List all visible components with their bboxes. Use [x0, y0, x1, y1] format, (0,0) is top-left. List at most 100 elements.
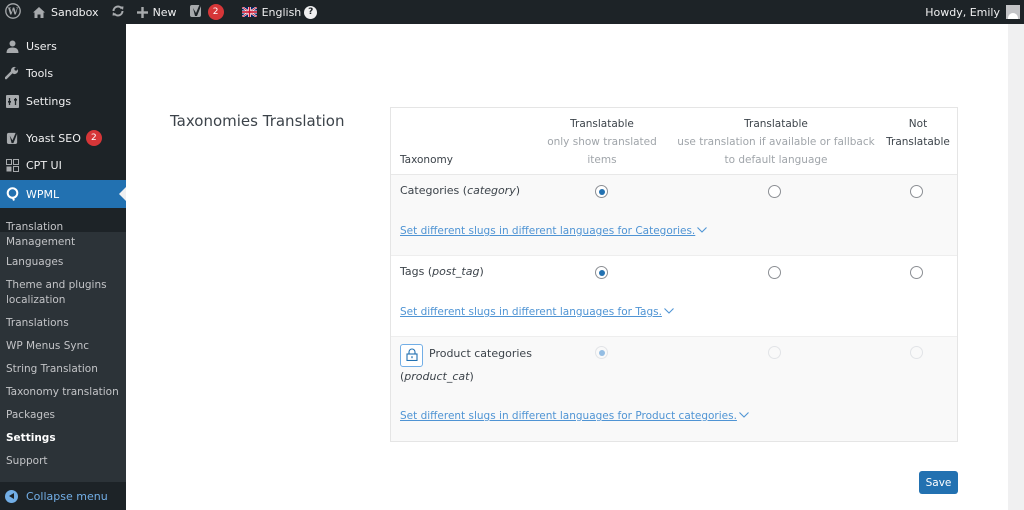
- collapse-menu-button[interactable]: Collapse menu: [0, 482, 126, 510]
- submenu-settings[interactable]: Settings: [6, 431, 121, 446]
- yoast-menu[interactable]: 2: [183, 0, 230, 24]
- settings-icon: [5, 94, 19, 108]
- language-switcher[interactable]: English ?: [236, 0, 324, 24]
- yoast-notification-badge: 2: [207, 4, 224, 20]
- table-row: Categories (category) Set different slug…: [391, 175, 957, 256]
- taxonomy-name: Categories: [400, 184, 460, 197]
- taxonomy-name: Product categories: [429, 347, 532, 360]
- radio-not-translatable[interactable]: [910, 185, 923, 198]
- taxonomy-label: Tags (post_tag): [400, 265, 484, 278]
- submenu-translations[interactable]: Translations: [6, 316, 121, 331]
- header-title: Translatable: [570, 118, 634, 130]
- sidebar-item-tools[interactable]: Tools: [0, 59, 126, 87]
- user-greeting: Howdy, Emily: [925, 5, 1000, 19]
- sidebar-item-settings[interactable]: Settings: [0, 87, 126, 115]
- help-icon[interactable]: ?: [304, 5, 318, 19]
- wrench-icon: [5, 66, 19, 80]
- collapse-menu-label: Collapse menu: [26, 489, 108, 503]
- taxonomy-slug: post_tag: [432, 265, 480, 278]
- sidebar-item-cpt-ui[interactable]: CPT UI: [0, 151, 126, 179]
- radio-not-translatable[interactable]: [910, 346, 923, 359]
- admin-bar: W Sandbox New 2 English ? Howdy, Emily: [0, 0, 1024, 24]
- plus-icon: [136, 6, 148, 18]
- submenu-translation-management[interactable]: Translation Management: [6, 220, 121, 250]
- yoast-icon: [5, 131, 19, 145]
- new-label: New: [152, 5, 177, 19]
- save-button[interactable]: Save: [919, 471, 958, 494]
- my-account-menu[interactable]: Howdy, Emily: [925, 0, 1024, 24]
- sidebar-item-users[interactable]: Users: [0, 32, 126, 60]
- sidebar-item-wpml[interactable]: WPML: [0, 180, 126, 208]
- radio-translatable-only[interactable]: [595, 185, 608, 198]
- wordpress-logo-menu[interactable]: W: [0, 0, 26, 24]
- chevron-down-icon: [697, 224, 708, 236]
- radio-translatable-only[interactable]: [595, 266, 608, 279]
- header-translatable-fallback: Translatable use translation if availabl…: [676, 115, 876, 169]
- radio-translatable-fallback[interactable]: [768, 266, 781, 279]
- submenu-support[interactable]: Support: [6, 454, 121, 469]
- submenu-theme-plugins-localization[interactable]: Theme and plugins localization: [6, 278, 121, 308]
- sidebar-item-label: CPT UI: [26, 158, 62, 172]
- sidebar-item-label: Settings: [26, 94, 72, 108]
- radio-translatable-fallback[interactable]: [768, 346, 781, 359]
- header-subtitle: use translation if available or fallback…: [677, 136, 875, 166]
- radio-translatable-only[interactable]: [595, 346, 608, 359]
- taxonomy-slug: category: [467, 184, 516, 197]
- table-row: Product categories (product_cat) Set dif…: [391, 337, 957, 441]
- header-title: Translatable: [744, 118, 808, 130]
- set-slugs-link[interactable]: Set different slugs in different languag…: [400, 224, 708, 237]
- collapse-arrow-icon: [5, 489, 18, 503]
- sidebar-item-label: Users: [26, 39, 57, 53]
- header-subtitle: only show translated items: [547, 136, 657, 166]
- submenu-string-translation[interactable]: String Translation: [6, 362, 121, 377]
- avatar: [1006, 5, 1020, 19]
- svg-text:W: W: [7, 6, 19, 17]
- users-icon: [5, 39, 19, 53]
- new-content-menu[interactable]: New: [131, 0, 183, 24]
- sidebar-item-label: WPML: [26, 187, 60, 201]
- taxonomy-slug-label: (product_cat): [400, 370, 474, 383]
- radio-translatable-fallback[interactable]: [768, 185, 781, 198]
- header-title: Not Translatable: [886, 118, 950, 148]
- updates-menu[interactable]: [105, 0, 131, 24]
- wordpress-logo-icon: W: [5, 2, 21, 22]
- language-label: English: [261, 5, 302, 19]
- header-taxonomy: Taxonomy: [400, 154, 453, 166]
- taxonomies-table: Taxonomy Translatable only show translat…: [390, 107, 958, 442]
- lock-icon: [405, 348, 418, 364]
- link-text: Set different slugs in different languag…: [400, 306, 662, 318]
- sidebar-item-yoast-seo[interactable]: Yoast SEO 2: [0, 124, 126, 152]
- yoast-sidebar-badge: 2: [85, 130, 102, 146]
- taxonomy-label: Categories (category): [400, 184, 521, 197]
- lock-button[interactable]: [400, 344, 423, 367]
- link-text: Set different slugs in different languag…: [400, 225, 696, 237]
- site-name-menu[interactable]: Sandbox: [26, 0, 105, 24]
- table-row: Tags (post_tag) Set different slugs in d…: [391, 256, 957, 337]
- table-header: Taxonomy Translatable only show translat…: [391, 108, 957, 175]
- chevron-down-icon: [664, 305, 674, 317]
- submenu-taxonomy-translation[interactable]: Taxonomy translation: [6, 385, 121, 400]
- active-menu-indicator: [119, 187, 126, 201]
- header-translatable-only: Translatable only show translated items: [531, 115, 673, 169]
- submenu-packages[interactable]: Packages: [6, 408, 121, 423]
- wpml-submenu: Translation Management Languages Theme a…: [0, 221, 126, 482]
- submenu-languages[interactable]: Languages: [6, 255, 121, 270]
- radio-not-translatable[interactable]: [910, 266, 923, 279]
- set-slugs-link[interactable]: Set different slugs in different languag…: [400, 409, 749, 422]
- refresh-icon: [111, 4, 125, 21]
- link-text: Set different slugs in different languag…: [400, 410, 737, 422]
- sidebar-item-label: Tools: [26, 66, 54, 80]
- grid-icon: [5, 158, 19, 172]
- section-title: Taxonomies Translation: [170, 112, 345, 130]
- admin-sidebar: Users Tools Settings Yoast SEO 2 CPT UI …: [0, 24, 126, 510]
- site-name: Sandbox: [51, 5, 99, 19]
- wpml-icon: [5, 187, 19, 201]
- taxonomy-name: Tags: [400, 265, 425, 278]
- header-not-translatable: Not Translatable: [879, 115, 957, 151]
- chevron-down-icon: [739, 409, 749, 421]
- yoast-icon: [189, 3, 203, 21]
- submenu-wp-menus-sync[interactable]: WP Menus Sync: [6, 339, 121, 354]
- sidebar-item-label: Yoast SEO: [26, 131, 81, 145]
- set-slugs-link[interactable]: Set different slugs in different languag…: [400, 305, 674, 318]
- taxonomy-slug: product_cat: [404, 370, 470, 383]
